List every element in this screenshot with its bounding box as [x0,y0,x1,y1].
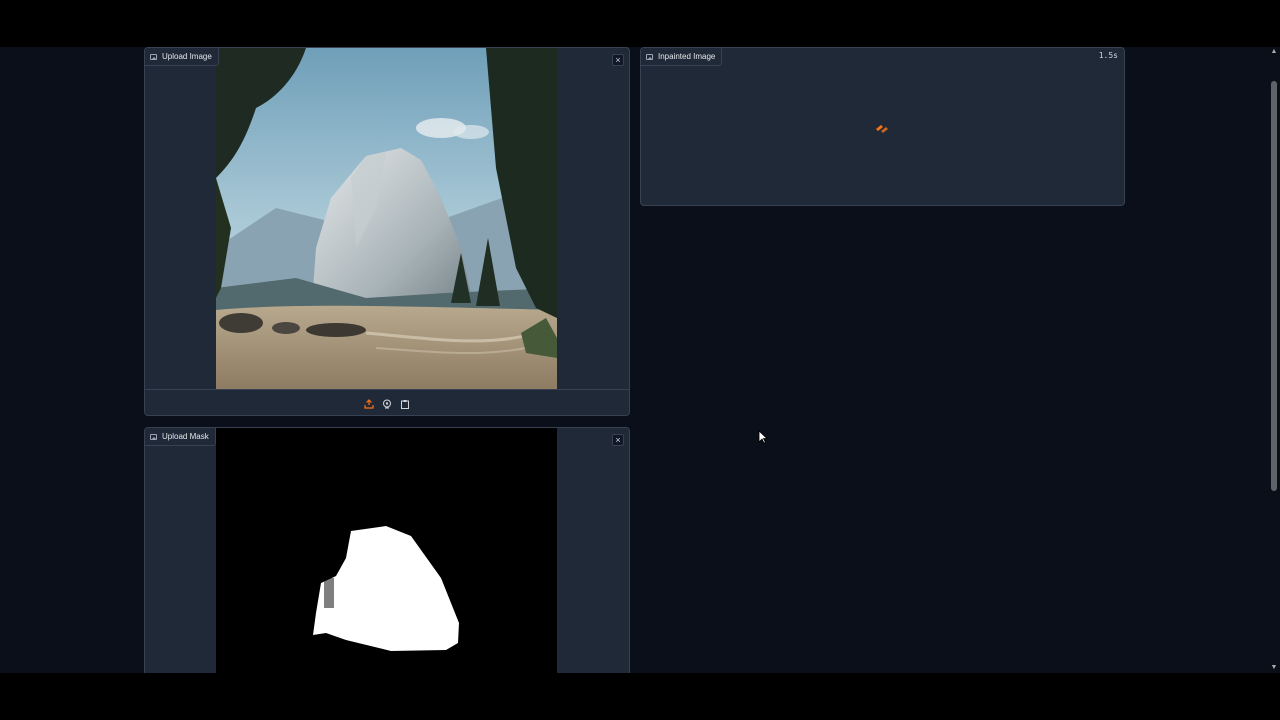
scroll-down-arrow-icon[interactable]: ▼ [1270,664,1278,672]
clear-image-button[interactable]: × [612,54,624,66]
mask-shape [313,526,459,651]
mask-image[interactable] [216,428,557,673]
webcam-icon[interactable] [381,398,393,410]
image-icon [646,53,653,60]
inpainted-image-label: Inpainted Image [658,52,716,61]
upload-image-label: Upload Image [162,52,212,61]
progress-timer: 1.5s [1098,51,1118,60]
scroll-thumb[interactable] [1271,81,1277,491]
page-scrollbar[interactable]: ▲ ▼ [1268,47,1280,673]
scroll-up-arrow-icon[interactable]: ▲ [1270,48,1278,56]
inpainted-image-label-tab: Inpainted Image [641,48,723,66]
app-viewport: Upload Image × Upload Mask × Inpainted I… [0,47,1268,673]
landscape-photo [216,48,557,389]
upload-mask-label-tab: Upload Mask [145,428,216,446]
inpainted-image-block: Inpainted Image 1.5s [640,47,1125,206]
image-icon [150,53,157,60]
clipboard-icon[interactable] [399,398,411,410]
image-icon [150,433,157,440]
upload-icon[interactable] [363,398,375,410]
uploaded-photo-half-dome[interactable] [216,48,557,389]
mouse-cursor-icon [758,430,769,444]
upload-image-block: Upload Image × [144,47,630,416]
upload-mask-block: Upload Mask × [144,427,630,673]
loading-spinner-icon [874,121,890,133]
image-source-toolbar [145,389,629,415]
clear-mask-button[interactable]: × [612,434,624,446]
upload-image-label-tab: Upload Image [145,48,219,66]
upload-mask-label: Upload Mask [162,432,209,441]
